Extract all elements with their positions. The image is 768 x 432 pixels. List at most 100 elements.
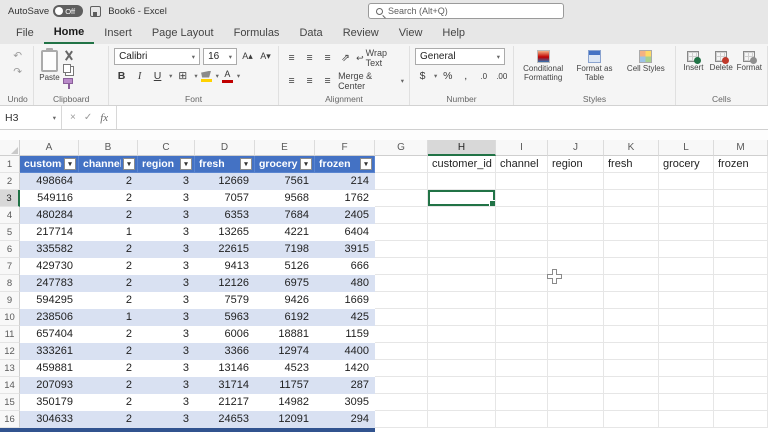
cell-A1[interactable]: customer_id▾	[20, 156, 79, 173]
percent-icon[interactable]: %	[440, 68, 455, 84]
tab-home[interactable]: Home	[44, 22, 95, 44]
cell-A12[interactable]: 333261	[20, 343, 79, 360]
column-header-H[interactable]: H	[428, 140, 496, 156]
align-right-icon[interactable]: ≡	[320, 73, 335, 89]
cell-B10[interactable]: 1	[79, 309, 138, 326]
cell-G16[interactable]	[375, 411, 428, 428]
cell-J1[interactable]: region	[548, 156, 604, 173]
cell-B9[interactable]: 2	[79, 292, 138, 309]
tab-help[interactable]: Help	[432, 22, 475, 44]
borders-icon[interactable]: ⊞	[175, 68, 190, 84]
cell-J7[interactable]	[548, 258, 604, 275]
cell-J15[interactable]	[548, 394, 604, 411]
font-family-select[interactable]: Calibri ▾	[114, 48, 200, 65]
cell-D1[interactable]: fresh▾	[195, 156, 255, 173]
cell-L16[interactable]	[659, 411, 714, 428]
column-header-F[interactable]: F	[315, 140, 375, 156]
cell-H5[interactable]	[428, 224, 496, 241]
delete-cells-button[interactable]: Delete	[709, 48, 734, 73]
filter-dropdown-icon-A[interactable]: ▾	[64, 158, 76, 170]
cell-K9[interactable]	[604, 292, 659, 309]
cell-H1[interactable]: customer_id	[428, 156, 496, 173]
cell-G15[interactable]	[375, 394, 428, 411]
cell-M6[interactable]	[714, 241, 768, 258]
cell-E9[interactable]: 9426	[255, 292, 315, 309]
cell-F5[interactable]: 6404	[315, 224, 375, 241]
cell-I11[interactable]	[496, 326, 548, 343]
cell-D7[interactable]: 9413	[195, 258, 255, 275]
column-header-D[interactable]: D	[195, 140, 255, 156]
cell-F13[interactable]: 1420	[315, 360, 375, 377]
cell-E13[interactable]: 4523	[255, 360, 315, 377]
row-header-6[interactable]: 6	[0, 241, 20, 258]
cell-C9[interactable]: 3	[138, 292, 195, 309]
cell-H8[interactable]	[428, 275, 496, 292]
cell-F10[interactable]: 425	[315, 309, 375, 326]
column-header-E[interactable]: E	[255, 140, 315, 156]
cell-G12[interactable]	[375, 343, 428, 360]
filter-dropdown-icon-D[interactable]: ▾	[240, 158, 252, 170]
cell-L12[interactable]	[659, 343, 714, 360]
orientation-icon[interactable]: ⇗	[338, 50, 353, 66]
cell-G1[interactable]	[375, 156, 428, 173]
cell-B5[interactable]: 1	[79, 224, 138, 241]
cell-B13[interactable]: 2	[79, 360, 138, 377]
cell-K13[interactable]	[604, 360, 659, 377]
filter-dropdown-icon-C[interactable]: ▾	[180, 158, 192, 170]
cell-A13[interactable]: 459881	[20, 360, 79, 377]
cell-A9[interactable]: 594295	[20, 292, 79, 309]
cell-K6[interactable]	[604, 241, 659, 258]
cell-D14[interactable]: 31714	[195, 377, 255, 394]
cell-J12[interactable]	[548, 343, 604, 360]
cell-E12[interactable]: 12974	[255, 343, 315, 360]
cell-G6[interactable]	[375, 241, 428, 258]
increase-font-icon[interactable]: A▴	[240, 49, 255, 65]
autosave-toggle[interactable]: Off	[53, 5, 83, 17]
cell-E5[interactable]: 4221	[255, 224, 315, 241]
number-format-select[interactable]: General ▾	[415, 48, 505, 65]
cell-G3[interactable]	[375, 190, 428, 207]
cell-B11[interactable]: 2	[79, 326, 138, 343]
cell-D16[interactable]: 24653	[195, 411, 255, 428]
cut-icon[interactable]	[63, 50, 74, 61]
format-painter-icon[interactable]	[63, 78, 73, 84]
cell-K15[interactable]	[604, 394, 659, 411]
cell-K8[interactable]	[604, 275, 659, 292]
cell-F1[interactable]: frozen▾	[315, 156, 375, 173]
cell-H7[interactable]	[428, 258, 496, 275]
row-header-9[interactable]: 9	[0, 292, 20, 309]
cell-D10[interactable]: 5963	[195, 309, 255, 326]
cell-G10[interactable]	[375, 309, 428, 326]
cell-J10[interactable]	[548, 309, 604, 326]
cell-G7[interactable]	[375, 258, 428, 275]
cell-A5[interactable]: 217714	[20, 224, 79, 241]
cell-J6[interactable]	[548, 241, 604, 258]
enter-icon[interactable]: ✓	[84, 112, 92, 123]
cell-G8[interactable]	[375, 275, 428, 292]
font-size-select[interactable]: 16 ▾	[203, 48, 237, 65]
cell-M11[interactable]	[714, 326, 768, 343]
cell-I10[interactable]	[496, 309, 548, 326]
cell-G2[interactable]	[375, 173, 428, 190]
cell-M4[interactable]	[714, 207, 768, 224]
formula-input[interactable]	[117, 106, 768, 129]
format-as-table-button[interactable]: Format as Table	[570, 48, 618, 83]
increase-decimal-icon[interactable]: .0	[476, 68, 491, 84]
cell-L13[interactable]	[659, 360, 714, 377]
autosave-control[interactable]: AutoSave Off	[8, 5, 83, 17]
cell-I8[interactable]	[496, 275, 548, 292]
cell-D3[interactable]: 7057	[195, 190, 255, 207]
cell-K4[interactable]	[604, 207, 659, 224]
cell-C11[interactable]: 3	[138, 326, 195, 343]
cell-B6[interactable]: 2	[79, 241, 138, 258]
conditional-formatting-button[interactable]: Conditional Formatting	[519, 48, 567, 83]
column-header-J[interactable]: J	[548, 140, 604, 156]
cell-H3[interactable]	[428, 190, 496, 207]
cell-L4[interactable]	[659, 207, 714, 224]
cell-C4[interactable]: 3	[138, 207, 195, 224]
tab-file[interactable]: File	[6, 22, 44, 44]
cell-B2[interactable]: 2	[79, 173, 138, 190]
cell-H6[interactable]	[428, 241, 496, 258]
tab-review[interactable]: Review	[333, 22, 389, 44]
undo-icon[interactable]: ↶	[10, 48, 25, 64]
